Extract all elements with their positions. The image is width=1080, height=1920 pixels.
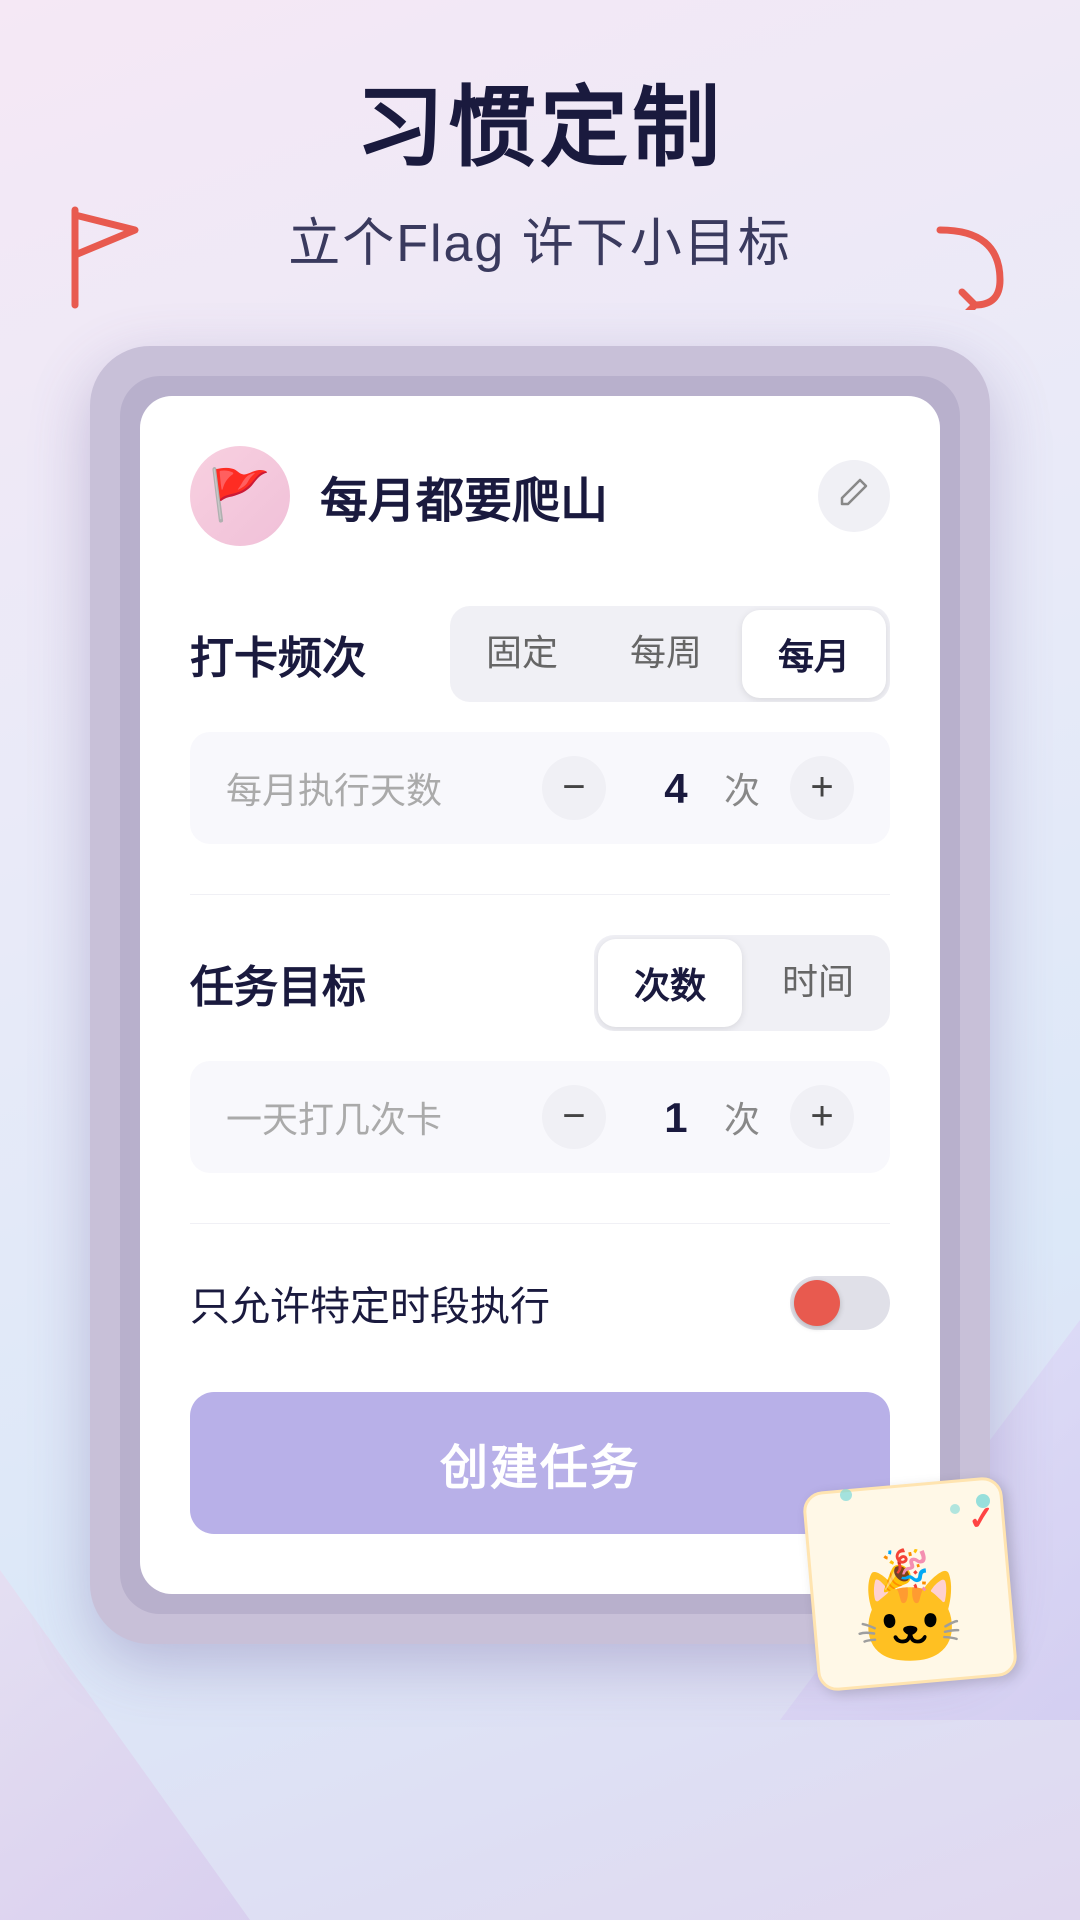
monthly-days-counter: 每月执行天数 − 4 次 + <box>190 732 890 844</box>
create-btn-label: 创建任务 <box>440 1442 640 1495</box>
page-container: 习惯定制 立个Flag 许下小目标 🚩 每月都要爬山 <box>0 0 1080 1920</box>
time-restrict-row: 只允许特定时段执行 <box>190 1264 890 1342</box>
cat-sticker-area: ✓ 🐱 🎉 <box>810 1484 1030 1704</box>
tab-weekly[interactable]: 每周 <box>594 606 738 702</box>
habit-header: 🚩 每月都要爬山 <box>190 446 890 546</box>
subtitle: 立个Flag 许下小目标 <box>80 201 1000 276</box>
frequency-section: 打卡频次 固定 每周 每月 每月执行天数 − <box>190 606 890 844</box>
monthly-days-value: 4 <box>636 765 716 813</box>
divider-2 <box>190 1223 890 1224</box>
daily-counter-controls: − 1 次 + <box>542 1085 854 1149</box>
create-task-button[interactable]: 创建任务 <box>190 1392 890 1534</box>
device-inner: 🚩 每月都要爬山 打卡频次 <box>120 376 960 1614</box>
task-goal-section: 任务目标 次数 时间 一天打几次卡 − <box>190 935 890 1173</box>
header-section: 习惯定制 立个Flag 许下小目标 <box>0 0 1080 316</box>
daily-count-hint: 一天打几次卡 <box>226 1091 442 1143</box>
main-title: 习惯定制 <box>80 80 1000 177</box>
monthly-minus-btn[interactable]: − <box>542 756 606 820</box>
toggle-knob <box>794 1280 840 1326</box>
daily-count-counter: 一天打几次卡 − 1 次 + <box>190 1061 890 1173</box>
frequency-row: 打卡频次 固定 每周 每月 <box>190 606 890 702</box>
task-goal-tab-group: 次数 时间 <box>594 935 890 1031</box>
counter-controls: − 4 次 + <box>542 756 854 820</box>
monthly-days-hint: 每月执行天数 <box>226 762 442 814</box>
edit-icon <box>838 476 870 516</box>
time-restrict-label: 只允许特定时段执行 <box>190 1274 550 1332</box>
daily-count-value: 1 <box>636 1094 716 1142</box>
tab-time[interactable]: 时间 <box>746 935 890 1031</box>
decorative-flag <box>60 200 150 326</box>
habit-card: 🚩 每月都要爬山 打卡频次 <box>140 396 940 1594</box>
daily-plus-btn[interactable]: + <box>790 1085 854 1149</box>
time-restrict-toggle[interactable] <box>790 1276 890 1330</box>
monthly-plus-btn[interactable]: + <box>790 756 854 820</box>
tab-count[interactable]: 次数 <box>598 939 742 1027</box>
habit-icon: 🚩 <box>190 446 290 546</box>
decorative-arrow <box>920 220 1010 310</box>
tab-monthly[interactable]: 每月 <box>742 610 886 698</box>
monthly-days-unit: 次 <box>724 762 760 814</box>
tab-fixed[interactable]: 固定 <box>450 606 594 702</box>
edit-button[interactable] <box>818 460 890 532</box>
divider-1 <box>190 894 890 895</box>
habit-name: 每月都要爬山 <box>320 461 608 531</box>
frequency-label: 打卡频次 <box>190 622 366 686</box>
habit-icon-wrap: 🚩 每月都要爬山 <box>190 446 608 546</box>
task-goal-row: 任务目标 次数 时间 <box>190 935 890 1031</box>
daily-count-unit: 次 <box>724 1091 760 1143</box>
daily-minus-btn[interactable]: − <box>542 1085 606 1149</box>
habit-emoji: 🚩 <box>209 466 271 525</box>
task-goal-label: 任务目标 <box>190 951 366 1015</box>
device-mockup: 🚩 每月都要爬山 打卡频次 <box>90 346 990 1644</box>
frequency-tab-group: 固定 每周 每月 <box>450 606 890 702</box>
